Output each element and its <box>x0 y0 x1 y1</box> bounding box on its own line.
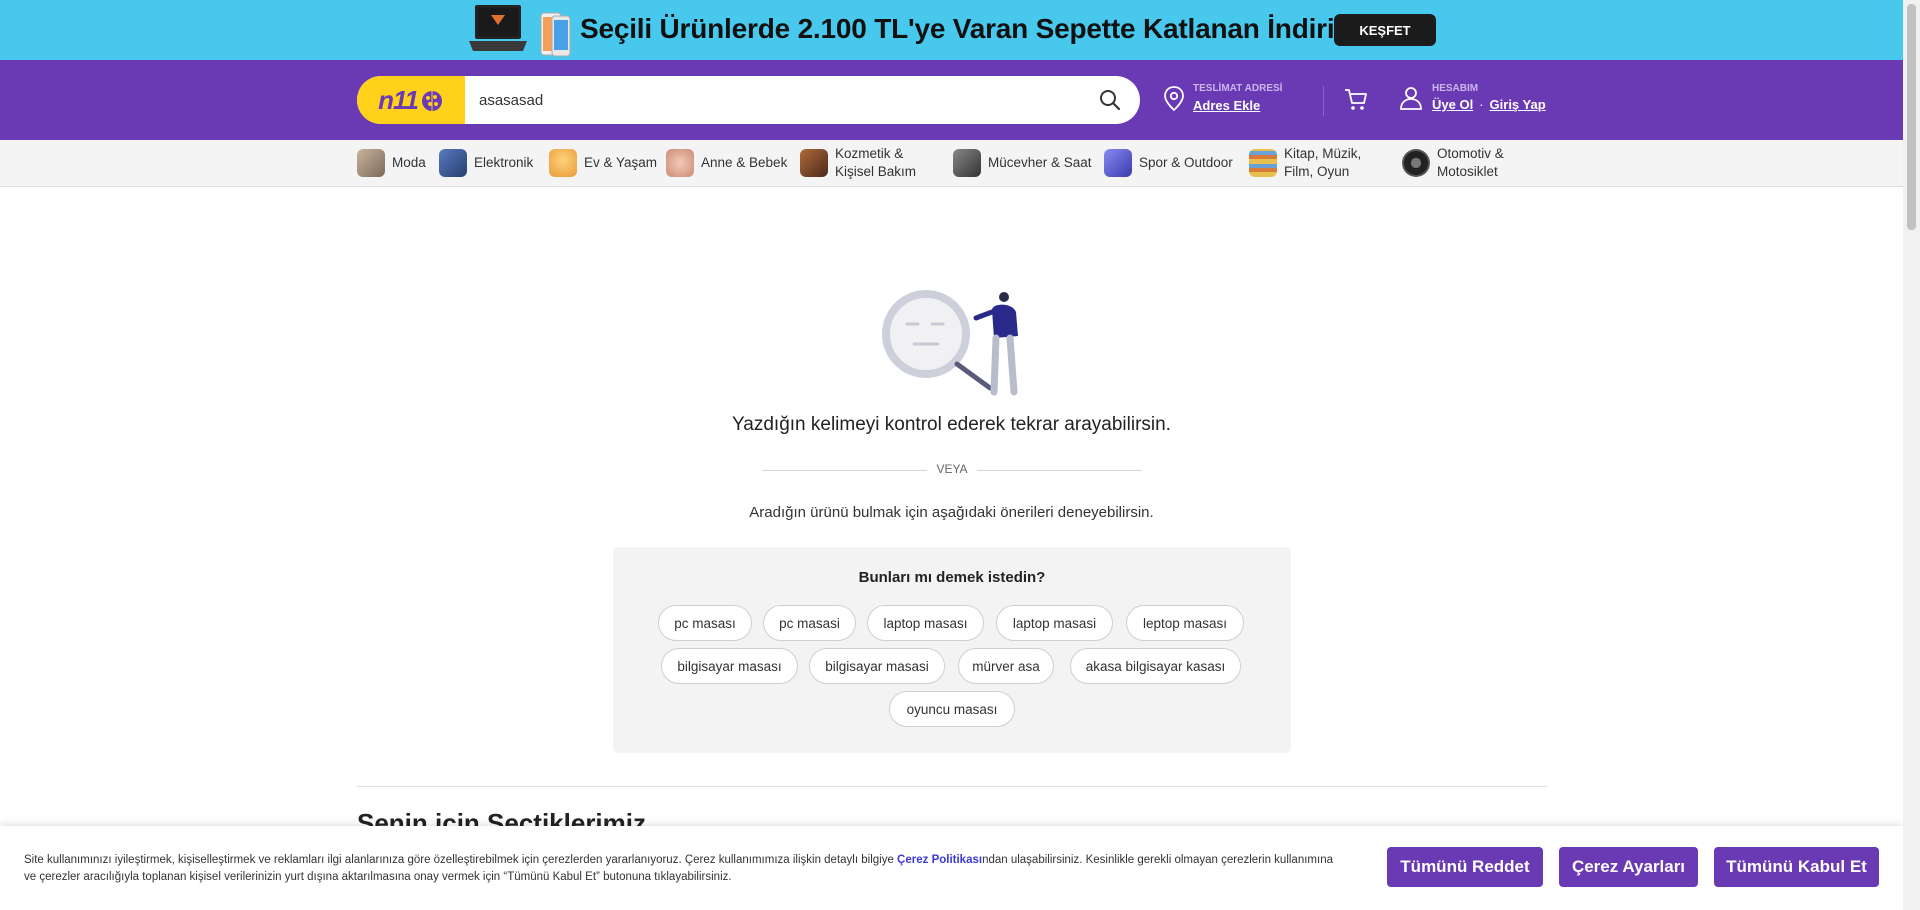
cookie-text-before: Site kullanımınızı iyileştirmek, kişisel… <box>24 854 898 866</box>
add-address-link[interactable]: Adres Ekle <box>1193 98 1260 113</box>
or-divider: VEYA <box>762 462 1142 478</box>
separator-dot: · <box>1479 97 1484 112</box>
user-icon[interactable] <box>1398 85 1424 111</box>
search-icon[interactable] <box>1098 88 1122 112</box>
electronics-icon <box>439 149 467 177</box>
category-elektronik[interactable]: Elektronik <box>439 144 533 182</box>
suggestion-chip[interactable]: pc masasi <box>763 605 856 641</box>
header-divider <box>1323 86 1324 116</box>
search-input[interactable] <box>479 76 1079 124</box>
suggestion-chip[interactable]: oyuncu masası <box>889 691 1015 727</box>
suggestion-chip[interactable]: laptop masasi <box>996 605 1113 641</box>
accept-all-button[interactable]: Tümünü Kabul Et <box>1714 847 1879 887</box>
suggestion-chip[interactable]: laptop masası <box>867 605 984 641</box>
category-anne-bebek[interactable]: Anne & Bebek <box>666 144 787 182</box>
category-kitap-muzik[interactable]: Kitap, Müzik, Film, Oyun <box>1249 144 1379 182</box>
cookie-settings-button[interactable]: Çerez Ayarları <box>1559 847 1698 887</box>
category-label: Elektronik <box>474 155 534 170</box>
delivery-address[interactable]: TESLİMAT ADRESİ Adres Ekle <box>1163 84 1282 114</box>
search-bar: n11 <box>357 76 1140 124</box>
divider-line-right <box>977 470 1142 471</box>
laptop-image <box>469 5 527 51</box>
sport-icon <box>1104 149 1132 177</box>
promo-headline: Seçili Ürünlerde 2.100 TL'ye Varan Sepet… <box>580 13 1393 44</box>
phone-image <box>540 12 571 57</box>
cookie-text: Site kullanımınızı iyileştirmek, kişisel… <box>24 852 1344 886</box>
category-otomotiv[interactable]: Otomotiv & Motosiklet <box>1402 144 1532 182</box>
cookie-banner: Site kullanımınızı iyileştirmek, kişisel… <box>0 826 1903 910</box>
category-label: Otomotiv & Motosiklet <box>1437 146 1504 179</box>
site-header: n11 TESLİMAT ADRESİ Adres Ekle <box>0 60 1903 140</box>
scrollbar-thumb[interactable] <box>1907 4 1916 230</box>
category-label: Anne & Bebek <box>701 155 788 170</box>
did-you-mean-panel: Bunları mı demek istedin? pc masası pc m… <box>613 547 1291 753</box>
suggestion-chip[interactable]: akasa bilgisayar kasası <box>1070 648 1241 684</box>
suggestion-hint: Aradığın ürünü bulmak için aşağıdaki öne… <box>749 504 1154 521</box>
fashion-icon <box>357 149 385 177</box>
category-label: Moda <box>392 155 426 170</box>
category-ev-yasam[interactable]: Ev & Yaşam <box>549 144 657 182</box>
no-results-illustration <box>882 290 1018 396</box>
suggestion-chip[interactable]: bilgisayar masası <box>661 648 798 684</box>
signup-link[interactable]: Üye Ol <box>1432 98 1473 111</box>
login-link[interactable]: Giriş Yap <box>1490 98 1546 111</box>
lamp-icon <box>549 149 577 177</box>
promo-banner[interactable]: Seçili Ürünlerde 2.100 TL'ye Varan Sepet… <box>0 0 1903 60</box>
suggestion-chip[interactable]: mürver asa <box>958 648 1054 684</box>
section-separator <box>357 786 1547 787</box>
logo-text: n11 <box>378 84 419 115</box>
category-spor-outdoor[interactable]: Spor & Outdoor <box>1104 144 1233 182</box>
address-caption: TESLİMAT ADRESİ <box>1193 83 1283 94</box>
account-menu: HESABIM Üye Ol · Giriş Yap <box>1398 84 1546 111</box>
discover-button[interactable]: KEŞFET <box>1334 14 1436 46</box>
category-label: Spor & Outdoor <box>1139 155 1233 170</box>
reject-all-button[interactable]: Tümünü Reddet <box>1387 847 1543 887</box>
n11-logo[interactable]: n11 <box>357 76 465 124</box>
page-scrollbar[interactable] <box>1903 0 1920 910</box>
suggestion-chip[interactable]: bilgisayar masasi <box>809 648 945 684</box>
baby-icon <box>666 149 694 177</box>
suggestion-chip[interactable]: leptop masası <box>1126 605 1244 641</box>
category-label: Kozmetik & Kişisel Bakım <box>835 146 917 179</box>
category-moda[interactable]: Moda <box>357 144 426 182</box>
books-icon <box>1249 149 1277 177</box>
cosmetics-icon <box>800 149 828 177</box>
category-label: Kitap, Müzik, Film, Oyun <box>1284 146 1362 179</box>
watch-icon <box>953 149 981 177</box>
account-caption: HESABIM <box>1432 83 1479 94</box>
category-label: Mücevher & Saat <box>988 155 1092 170</box>
category-kozmetik[interactable]: Kozmetik & Kişisel Bakım <box>800 144 940 182</box>
category-mucevher-saat[interactable]: Mücevher & Saat <box>953 144 1092 182</box>
cart-icon[interactable] <box>1343 86 1369 112</box>
category-label: Ev & Yaşam <box>584 155 658 170</box>
did-you-mean-title: Bunları mı demek istedin? <box>858 569 1046 586</box>
location-pin-icon <box>1164 86 1184 112</box>
or-text: VEYA <box>936 462 968 476</box>
category-nav: Moda Elektronik Ev & Yaşam Anne & Bebek … <box>0 140 1903 187</box>
no-results-title: Yazdığın kelimeyi kontrol ederek tekrar … <box>732 414 1171 435</box>
tire-icon <box>1402 149 1430 177</box>
cookie-policy-link[interactable]: Çerez Politikası <box>897 854 982 866</box>
suggestion-chip[interactable]: pc masası <box>658 605 752 641</box>
ladybug-logo-icon <box>421 91 442 111</box>
